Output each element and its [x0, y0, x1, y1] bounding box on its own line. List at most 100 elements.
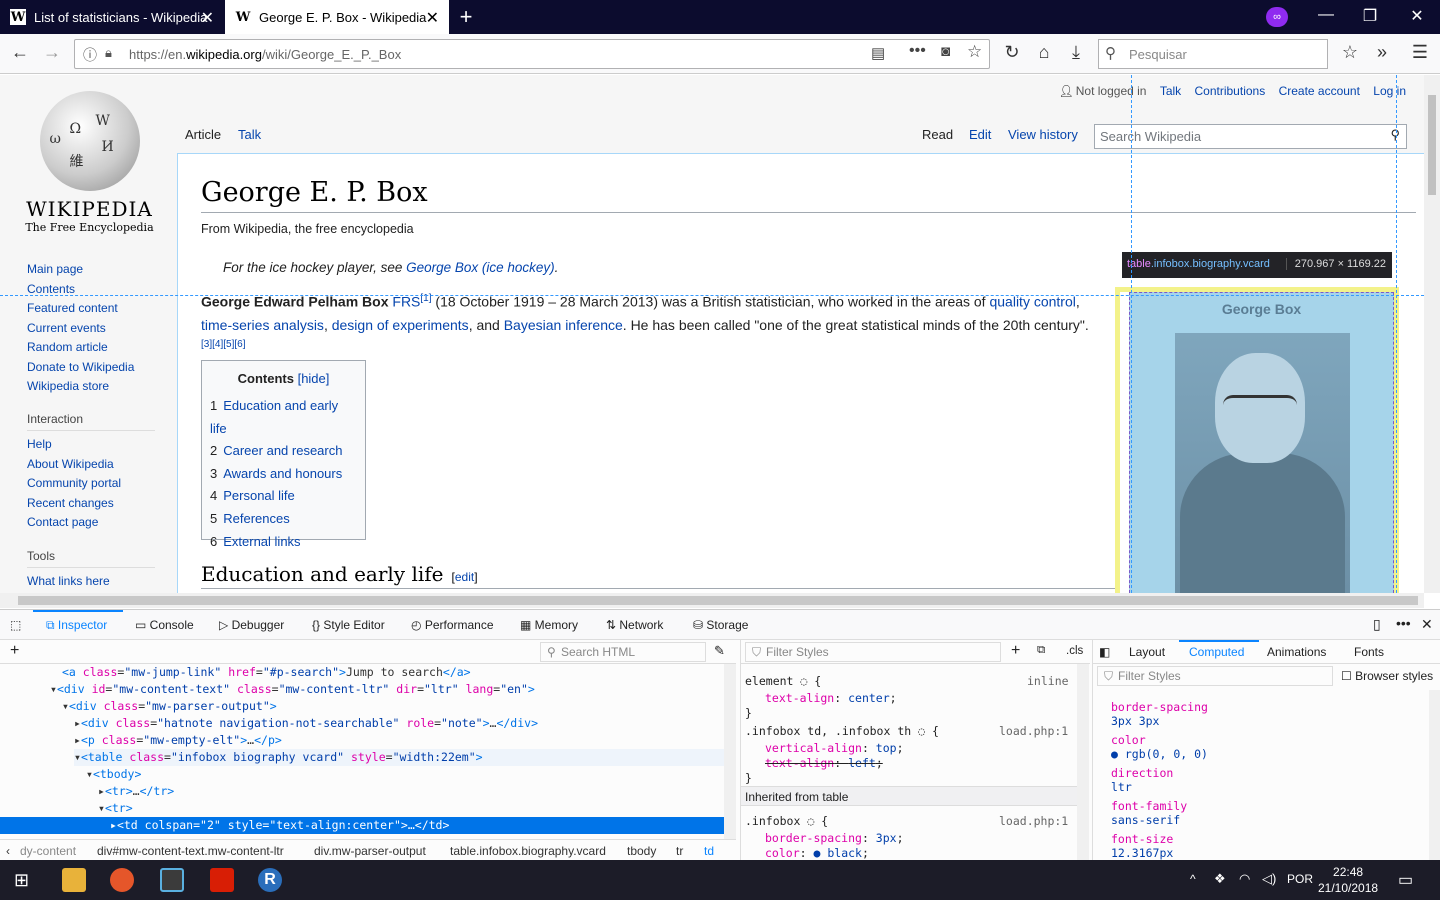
- toc-item[interactable]: 4 Personal life: [210, 485, 357, 508]
- close-tab-icon[interactable]: ✕: [201, 8, 214, 28]
- search-html-input[interactable]: ⚲ Search HTML: [540, 642, 706, 662]
- rule-source[interactable]: load.php:1: [999, 724, 1068, 739]
- menu-icon[interactable]: ☰: [1408, 42, 1432, 63]
- breadcrumb-back-icon[interactable]: ‹: [6, 844, 10, 858]
- tray-chevron-icon[interactable]: ^: [1190, 872, 1196, 886]
- minimize-button[interactable]: —: [1311, 6, 1341, 24]
- rule-declaration[interactable]: text-align: center;: [765, 691, 897, 706]
- browser-search-input[interactable]: Pesquisar: [1129, 47, 1187, 62]
- infobox-highlight[interactable]: George Box: [1115, 287, 1399, 593]
- tab-list-of-statisticians[interactable]: W List of statisticians - Wikipedia ✕: [0, 0, 224, 34]
- markup-scrollbar[interactable]: [724, 664, 736, 839]
- sidebar-item-current-events[interactable]: Current events: [27, 319, 134, 339]
- computed-prop[interactable]: direction: [1111, 766, 1173, 780]
- wifi-icon[interactable]: ◠: [1239, 871, 1250, 887]
- rule-declaration[interactable]: vertical-align: top;: [765, 741, 904, 756]
- frs-link[interactable]: FRS: [392, 294, 420, 310]
- toc-item[interactable]: 6 External links: [210, 531, 357, 554]
- new-tab-button[interactable]: +: [456, 4, 476, 30]
- browser-search-bar[interactable]: ⚲ Pesquisar: [1098, 39, 1328, 69]
- wikipedia-logo[interactable]: ΩWИ維ω WIKIPEDIA The Free Encyclopedia: [22, 87, 157, 237]
- breadcrumb-item[interactable]: table.infobox.biography.vcard: [450, 844, 606, 858]
- breadcrumb-item-current[interactable]: td: [704, 844, 714, 858]
- refs-links[interactable]: [3][4][5][6]: [201, 339, 245, 350]
- markup-node[interactable]: ▸<tr>…</tr>: [98, 783, 174, 800]
- markup-node[interactable]: ▾<table class="infobox biography vcard" …: [74, 749, 724, 766]
- reader-view-icon[interactable]: ▤: [871, 44, 885, 62]
- create-account-link[interactable]: Create account: [1279, 84, 1360, 98]
- reload-icon[interactable]: ↻: [1000, 42, 1024, 63]
- tab-debugger[interactable]: ▷ Debugger: [219, 618, 284, 632]
- close-window-button[interactable]: ✕: [1402, 6, 1432, 26]
- toc-hide-link[interactable]: [hide]: [298, 371, 330, 386]
- filter-styles-input[interactable]: ⛉ Filter Styles: [745, 642, 1001, 662]
- cls-button[interactable]: .cls: [1066, 645, 1083, 657]
- rule-declaration[interactable]: color: ● black;: [765, 846, 869, 861]
- volume-icon[interactable]: ◁): [1262, 871, 1276, 887]
- sidebar-item-what-links-here[interactable]: What links here: [27, 572, 110, 592]
- url-bar[interactable]: ⓘ 🔒︎ https://en.wikipedia.org/wiki/Georg…: [74, 39, 990, 69]
- tab-performance[interactable]: ◴ Performance: [411, 618, 494, 632]
- bookmark-star-icon[interactable]: ☆: [967, 42, 982, 62]
- tab-layout[interactable]: Layout: [1129, 645, 1165, 659]
- sidebar-item-community-portal[interactable]: Community portal: [27, 474, 121, 494]
- toc-item[interactable]: 2 Career and research: [210, 440, 357, 463]
- log-in-link[interactable]: Log in: [1373, 84, 1406, 98]
- computed-prop[interactable]: border-spacing: [1111, 700, 1208, 714]
- clock[interactable]: 22:48 21/10/2018: [1318, 864, 1378, 896]
- info-icon[interactable]: ⓘ: [83, 45, 97, 65]
- markup-node[interactable]: ▾<tr>: [98, 800, 133, 817]
- toc-item[interactable]: 5 References: [210, 508, 357, 531]
- home-icon[interactable]: ⌂: [1032, 42, 1056, 63]
- hatnote-link[interactable]: George Box (ice hockey): [406, 260, 555, 275]
- library-icon[interactable]: ☆: [1338, 42, 1362, 63]
- tab-memory[interactable]: ▦ Memory: [520, 618, 578, 632]
- markup-node[interactable]: ▾<tbody>: [86, 766, 141, 783]
- app-icon[interactable]: [160, 868, 184, 892]
- sidebar-item-contents[interactable]: Contents: [27, 280, 134, 300]
- horizontal-scrollbar[interactable]: [0, 593, 1424, 608]
- sidebar-toggle-icon[interactable]: ◧: [1099, 645, 1110, 659]
- sidebar-item-contact[interactable]: Contact page: [27, 513, 121, 533]
- tab-george-box[interactable]: W George E. P. Box - Wikipedia ✕: [225, 0, 449, 34]
- tab-network[interactable]: ⇅ Network: [606, 618, 663, 632]
- url-text[interactable]: https://en.wikipedia.org/wiki/George_E._…: [129, 47, 401, 62]
- tab-style-editor[interactable]: {} Style Editor: [312, 618, 385, 632]
- computed-scrollbar[interactable]: [1429, 690, 1440, 861]
- firefox-icon[interactable]: [110, 868, 134, 892]
- markup-node[interactable]: ▾<div id="mw-content-text" class="mw-con…: [50, 681, 535, 698]
- forward-icon[interactable]: →: [40, 42, 64, 63]
- tab-edit[interactable]: Edit: [969, 127, 991, 142]
- tab-article[interactable]: Article: [185, 127, 221, 142]
- browser-styles-checkbox[interactable]: ☐ Browser styles: [1341, 669, 1433, 683]
- markup-node[interactable]: ▸<p class="mw-empty-elt">…</p>: [74, 732, 282, 749]
- tab-fonts[interactable]: Fonts: [1354, 645, 1384, 659]
- add-node-icon[interactable]: +: [10, 642, 19, 660]
- breadcrumb-item[interactable]: tr: [676, 844, 683, 858]
- tab-computed[interactable]: Computed: [1189, 645, 1244, 659]
- tab-read[interactable]: Read: [922, 127, 953, 142]
- sidebar-item-about[interactable]: About Wikipedia: [27, 455, 121, 475]
- rule-declaration[interactable]: border-spacing: 3px;: [765, 831, 904, 846]
- windows-start-icon[interactable]: ⊞: [14, 870, 29, 891]
- notifications-icon[interactable]: ▭: [1398, 870, 1413, 890]
- breadcrumb-item[interactable]: dy-content: [20, 844, 76, 858]
- vertical-scrollbar[interactable]: [1424, 75, 1440, 593]
- restore-button[interactable]: ❐: [1355, 6, 1385, 26]
- pocket-icon[interactable]: ◙: [941, 43, 950, 60]
- breadcrumb-item[interactable]: div#mw-content-text.mw-content-ltr: [97, 844, 284, 858]
- tab-console[interactable]: ▭ Console: [135, 618, 194, 632]
- sidebar-item-main-page[interactable]: Main page: [27, 260, 134, 280]
- computed-prop[interactable]: color: [1111, 733, 1146, 747]
- portrait-image[interactable]: [1175, 333, 1350, 593]
- sidebar-item-random-article[interactable]: Random article: [27, 338, 134, 358]
- back-icon[interactable]: ←: [8, 42, 32, 63]
- download-icon[interactable]: ⤓: [1064, 42, 1088, 63]
- computed-filter-input[interactable]: ⛉ Filter Styles: [1097, 666, 1333, 686]
- rule-declaration-overridden[interactable]: text-align: left;: [765, 756, 883, 771]
- dock-icon[interactable]: ▯: [1373, 616, 1381, 633]
- markup-node-selected[interactable]: ▸<td colspan="2" style="text-align:cente…: [0, 817, 724, 834]
- sidebar-item-recent-changes[interactable]: Recent changes: [27, 494, 121, 514]
- bayesian-inference-link[interactable]: Bayesian inference: [504, 317, 623, 333]
- breadcrumb-item[interactable]: div.mw-parser-output: [314, 844, 426, 858]
